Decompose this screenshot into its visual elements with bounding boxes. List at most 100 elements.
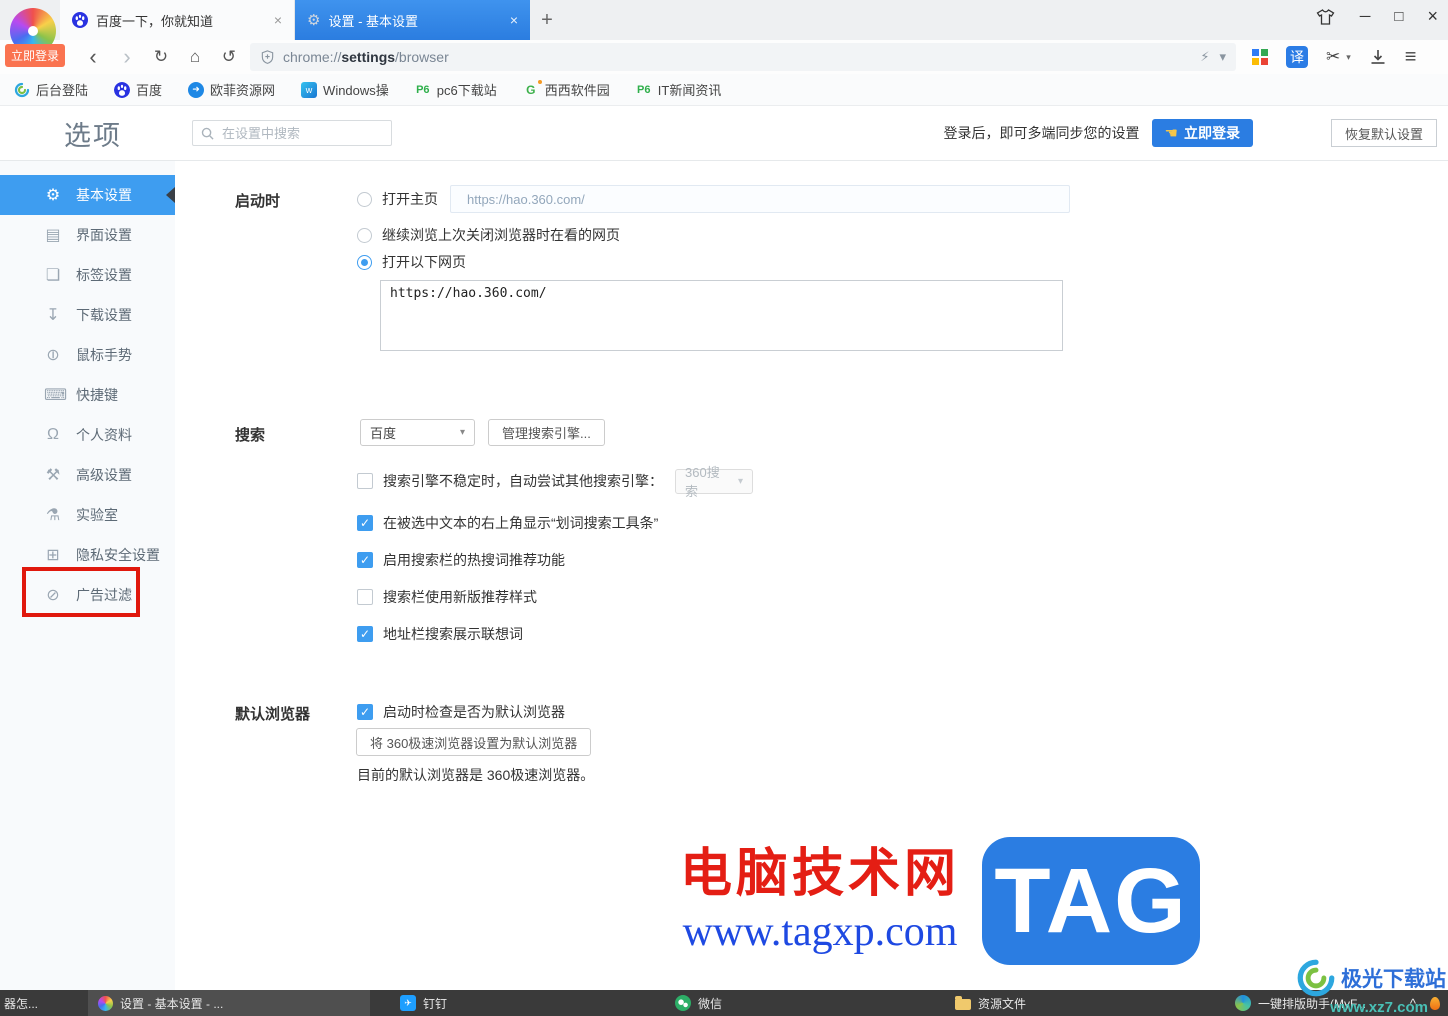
- check-icon: ✓: [359, 553, 371, 567]
- task-label: 资源文件: [978, 996, 1027, 1011]
- checkbox-fallback-engine[interactable]: [357, 473, 373, 489]
- keyboard-icon: ⌨: [44, 387, 68, 404]
- settings-header: 选项 登录后，即可多端同步您的设置 ☚ 立即登录 恢复默认设置: [0, 106, 1448, 161]
- minimize-button[interactable]: ─: [1360, 8, 1371, 25]
- refresh-icon[interactable]: ↻: [144, 47, 178, 67]
- login-now-button[interactable]: ☚ 立即登录: [1151, 119, 1253, 147]
- taskbar-item-partial[interactable]: 器怎...: [0, 990, 42, 1016]
- chevron-down-icon: ▾: [459, 426, 465, 438]
- startup-pages-textarea[interactable]: https://hao.360.com/: [380, 280, 1063, 351]
- mouse-icon: ⊖: [44, 348, 61, 362]
- taskbar-item-browser[interactable]: 设置 - 基本设置 - ...: [88, 990, 370, 1016]
- shield-plus-icon: ⊞: [46, 547, 60, 564]
- pc6-icon: P6: [416, 83, 430, 96]
- sidebar-item-profile[interactable]: Ω 个人资料: [0, 415, 175, 455]
- bookmark-pc6[interactable]: P6 pc6下载站: [415, 80, 497, 99]
- checkbox-suggestions[interactable]: ✓: [357, 626, 373, 642]
- search-engine-select[interactable]: 百度 ▾: [360, 418, 475, 446]
- checkbox-new-style[interactable]: [357, 589, 373, 605]
- screenshot-scissors-icon[interactable]: ✂: [1326, 47, 1340, 67]
- chevron-down-icon[interactable]: ▾: [1219, 49, 1226, 65]
- sidebar-label: 鼠标手势: [76, 347, 132, 363]
- check-icon: ✓: [359, 516, 371, 530]
- watermark: 电脑技术网 www.tagxp.com TAG: [680, 837, 1201, 965]
- windows-flag-icon: w: [301, 81, 318, 98]
- site-security-shield-icon[interactable]: [260, 49, 275, 65]
- menu-icon[interactable]: ≡: [1405, 46, 1417, 69]
- red-highlight-annotation: [22, 567, 140, 617]
- settings-sidebar: ⚙ 基本设置 ▤ 界面设置 ❏ 标签设置 ↧ 下载设置 ⊖ 鼠标手势 ⌨ 快捷键…: [0, 161, 175, 990]
- bookmark-label: 欧菲资源网: [210, 83, 276, 98]
- checkbox-label: 地址栏搜索展示联想词: [383, 626, 523, 642]
- checkbox-check-default[interactable]: ✓: [357, 704, 373, 720]
- close-button[interactable]: ×: [1427, 6, 1438, 27]
- startup-option-continue: 继续浏览上次关闭浏览器时在看的网页: [357, 221, 620, 249]
- checkbox-label: 启用搜索栏的热搜词推荐功能: [383, 552, 565, 568]
- maximize-button[interactable]: □: [1394, 8, 1403, 25]
- person-icon: Ω: [47, 426, 59, 443]
- sync-hint-text: 登录后，即可多端同步您的设置: [943, 125, 1140, 141]
- undo-closed-tab-icon[interactable]: ↺: [212, 47, 246, 67]
- bookmark-it-news[interactable]: P6 IT新闻资讯: [636, 80, 721, 99]
- homepage-url-input[interactable]: [450, 185, 1070, 213]
- bookmark-xixi[interactable]: G 西西软件园: [523, 79, 610, 99]
- search-cb-row-4: ✓ 地址栏搜索展示联想词: [357, 620, 523, 648]
- lightning-turbo-icon[interactable]: ⚡: [1200, 49, 1209, 65]
- scissors-dropdown-icon[interactable]: ▾: [1346, 52, 1351, 63]
- settings-search-input[interactable]: [220, 124, 378, 142]
- checkbox-select-toolbar[interactable]: ✓: [357, 515, 373, 531]
- radio-open-pages[interactable]: [357, 254, 372, 270]
- radio-open-homepage[interactable]: [357, 191, 372, 207]
- sidebar-item-tab-settings[interactable]: ❏ 标签设置: [0, 255, 175, 295]
- back-icon[interactable]: ‹: [76, 44, 110, 70]
- checkbox-label: 在被选中文本的右上角显示“划词搜索工具条”: [383, 515, 659, 531]
- tab-close-icon[interactable]: ×: [510, 12, 518, 28]
- checkbox-hot-words[interactable]: ✓: [357, 552, 373, 568]
- sidebar-item-download-settings[interactable]: ↧ 下载设置: [0, 295, 175, 335]
- new-tab-button[interactable]: +: [530, 0, 564, 40]
- bookmark-windows[interactable]: w Windows操: [301, 80, 389, 99]
- bookmark-oufei[interactable]: ➜ 欧菲资源网: [188, 80, 275, 99]
- settings-gear-icon: ⚙: [307, 12, 321, 29]
- home-icon[interactable]: ⌂: [178, 47, 212, 67]
- sidebar-label: 界面设置: [76, 227, 132, 243]
- address-bar[interactable]: chrome://settings/browser ⚡ ▾: [250, 43, 1236, 71]
- sidebar-item-basic-settings[interactable]: ⚙ 基本设置: [0, 175, 175, 215]
- settings-search-box[interactable]: [192, 120, 392, 146]
- swirl-icon: [1297, 959, 1335, 997]
- apps-grid-icon[interactable]: [1252, 49, 1268, 65]
- task-label: 微信: [698, 996, 723, 1011]
- translate-icon[interactable]: 译: [1286, 46, 1308, 68]
- login-now-badge[interactable]: 立即登录: [5, 44, 66, 67]
- bookmark-label: pc6下载站: [436, 83, 497, 98]
- sidebar-item-interface-settings[interactable]: ▤ 界面设置: [0, 215, 175, 255]
- tab-baidu[interactable]: 百度一下，你就知道 ×: [60, 0, 295, 40]
- search-icon: [201, 127, 214, 140]
- bookmark-baidu[interactable]: 百度: [114, 80, 162, 99]
- taskbar-item-dingtalk[interactable]: ✈ 钉钉: [390, 990, 457, 1016]
- restore-defaults-button[interactable]: 恢复默认设置: [1330, 119, 1437, 147]
- pointing-hand-icon: ☚: [1164, 125, 1178, 142]
- taskbar-item-wechat[interactable]: 微信: [665, 990, 732, 1016]
- manage-search-engines-button[interactable]: 管理搜索引擎...: [488, 418, 605, 446]
- tab-close-icon[interactable]: ×: [274, 12, 282, 28]
- search-fallback-row: 搜索引擎不稳定时，自动尝试其他搜索引擎： 360搜索 ▾: [357, 465, 753, 499]
- bookmarks-bar: 后台登陆 百度 ➜ 欧菲资源网 w Windows操 P6 pc6下载站 G 西…: [0, 74, 1448, 106]
- baidu-favicon-icon: [72, 12, 88, 28]
- wechat-icon: [675, 995, 691, 1011]
- bookmark-houtai[interactable]: 后台登陆: [14, 80, 88, 99]
- sidebar-item-shortcuts[interactable]: ⌨ 快捷键: [0, 375, 175, 415]
- sidebar-item-lab[interactable]: ⚗ 实验室: [0, 495, 175, 535]
- tab-title: 设置 - 基本设置: [328, 13, 419, 29]
- radio-continue-last[interactable]: [357, 227, 372, 243]
- sidebar-item-advanced-settings[interactable]: ⚒ 高级设置: [0, 455, 175, 495]
- set-default-browser-button[interactable]: 将 360极速浏览器设置为默认浏览器: [356, 728, 592, 756]
- taskbar-item-files[interactable]: 资源文件: [945, 990, 1036, 1016]
- corner-site-url: www.xz7.com: [1330, 999, 1428, 1016]
- forward-icon[interactable]: ›: [110, 44, 144, 70]
- sidebar-item-mouse-gestures[interactable]: ⊖ 鼠标手势: [0, 335, 175, 375]
- sidebar-label: 基本设置: [76, 187, 132, 203]
- skin-tshirt-icon[interactable]: [1315, 8, 1336, 26]
- downloads-icon[interactable]: [1369, 49, 1387, 65]
- tab-settings[interactable]: ⚙ 设置 - 基本设置 ×: [295, 0, 530, 40]
